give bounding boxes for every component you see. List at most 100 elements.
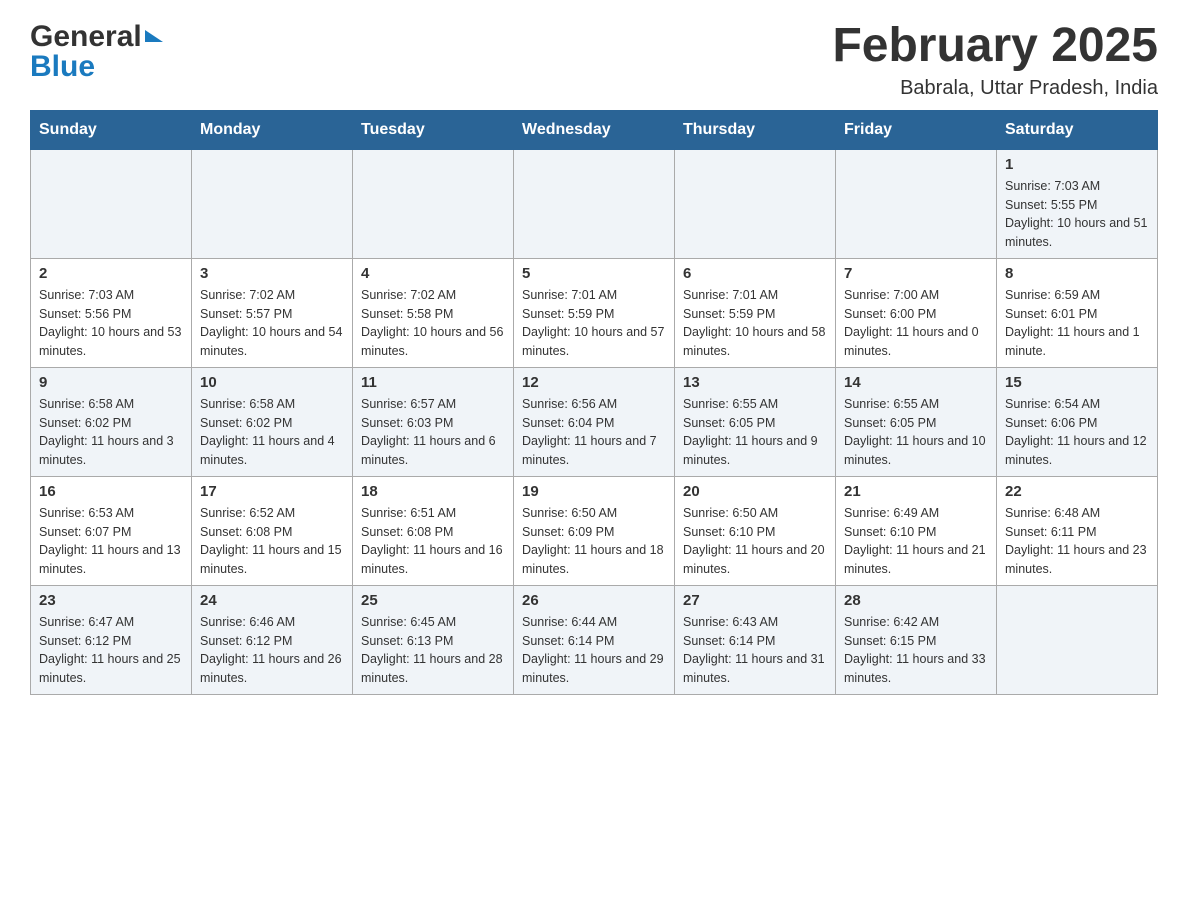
calendar-cell [997,585,1158,694]
day-info: Sunrise: 6:58 AMSunset: 6:02 PMDaylight:… [200,395,344,470]
day-number: 23 [39,592,183,609]
col-monday: Monday [192,110,353,149]
calendar-cell [836,149,997,258]
calendar-cell: 25Sunrise: 6:45 AMSunset: 6:13 PMDayligh… [353,585,514,694]
day-info: Sunrise: 6:56 AMSunset: 6:04 PMDaylight:… [522,395,666,470]
logo-general-text: General [30,20,142,54]
calendar-cell: 5 Sunrise: 7:01 AMSunset: 5:59 PMDaylight… [514,258,675,367]
calendar-week-row: 2 Sunrise: 7:03 AMSunset: 5:56 PMDaylight… [31,258,1158,367]
day-number: 14 [844,374,988,391]
calendar-cell: 21 Sunrise: 6:49 AMSunset: 6:10 PMDayligh… [836,476,997,585]
calendar-cell: 13Sunrise: 6:55 AMSunset: 6:05 PMDayligh… [675,367,836,476]
day-info: Sunrise: 6:50 AMSunset: 6:09 PMDaylight:… [522,504,666,579]
calendar-cell [192,149,353,258]
logo-triangle-icon [145,30,163,42]
calendar-header-row: Sunday Monday Tuesday Wednesday Thursday… [31,110,1158,149]
col-thursday: Thursday [675,110,836,149]
day-info: Sunrise: 7:00 AMSunset: 6:00 PMDaylight:… [844,286,988,361]
calendar-cell [353,149,514,258]
day-info: Sunrise: 6:48 AMSunset: 6:11 PMDaylight:… [1005,504,1149,579]
day-info: Sunrise: 7:02 AMSunset: 5:57 PMDaylight:… [200,286,344,361]
calendar-cell [675,149,836,258]
day-info: Sunrise: 7:03 AMSunset: 5:56 PMDaylight:… [39,286,183,361]
day-number: 2 [39,265,183,282]
day-info: Sunrise: 6:57 AMSunset: 6:03 PMDaylight:… [361,395,505,470]
day-info: Sunrise: 6:51 AMSunset: 6:08 PMDaylight:… [361,504,505,579]
day-info: Sunrise: 6:54 AMSunset: 6:06 PMDaylight:… [1005,395,1149,470]
day-number: 11 [361,374,505,391]
calendar-cell: 26 Sunrise: 6:44 AMSunset: 6:14 PMDayligh… [514,585,675,694]
col-wednesday: Wednesday [514,110,675,149]
day-info: Sunrise: 6:44 AMSunset: 6:14 PMDaylight:… [522,613,666,688]
calendar-cell: 18 Sunrise: 6:51 AMSunset: 6:08 PMDayligh… [353,476,514,585]
logo-line1: General [30,20,163,54]
calendar-cell: 23Sunrise: 6:47 AMSunset: 6:12 PMDayligh… [31,585,192,694]
day-info: Sunrise: 7:01 AMSunset: 5:59 PMDaylight:… [522,286,666,361]
title-area: February 2025 Babrala, Uttar Pradesh, In… [832,20,1158,100]
calendar-cell [514,149,675,258]
calendar-cell: 2 Sunrise: 7:03 AMSunset: 5:56 PMDaylight… [31,258,192,367]
day-info: Sunrise: 6:59 AMSunset: 6:01 PMDaylight:… [1005,286,1149,361]
day-number: 3 [200,265,344,282]
day-info: Sunrise: 6:53 AMSunset: 6:07 PMDaylight:… [39,504,183,579]
day-number: 7 [844,265,988,282]
day-info: Sunrise: 7:02 AMSunset: 5:58 PMDaylight:… [361,286,505,361]
day-number: 25 [361,592,505,609]
day-number: 9 [39,374,183,391]
calendar-cell: 15 Sunrise: 6:54 AMSunset: 6:06 PMDayligh… [997,367,1158,476]
location-title: Babrala, Uttar Pradesh, India [832,77,1158,100]
calendar-table: Sunday Monday Tuesday Wednesday Thursday… [30,110,1158,695]
calendar-cell [31,149,192,258]
day-number: 20 [683,483,827,500]
logo-blue-text: Blue [30,50,95,84]
calendar-week-row: 16 Sunrise: 6:53 AMSunset: 6:07 PMDayligh… [31,476,1158,585]
day-number: 5 [522,265,666,282]
calendar-cell: 12 Sunrise: 6:56 AMSunset: 6:04 PMDayligh… [514,367,675,476]
day-info: Sunrise: 6:46 AMSunset: 6:12 PMDaylight:… [200,613,344,688]
calendar-cell: 16 Sunrise: 6:53 AMSunset: 6:07 PMDayligh… [31,476,192,585]
calendar-week-row: 23Sunrise: 6:47 AMSunset: 6:12 PMDayligh… [31,585,1158,694]
col-friday: Friday [836,110,997,149]
day-number: 21 [844,483,988,500]
header-area: General Blue February 2025 Babrala, Utta… [30,20,1158,100]
calendar-cell: 7 Sunrise: 7:00 AMSunset: 6:00 PMDaylight… [836,258,997,367]
calendar-cell: 1 Sunrise: 7:03 AMSunset: 5:55 PMDaylight… [997,149,1158,258]
day-number: 6 [683,265,827,282]
calendar-cell: 9Sunrise: 6:58 AMSunset: 6:02 PMDaylight… [31,367,192,476]
day-info: Sunrise: 6:49 AMSunset: 6:10 PMDaylight:… [844,504,988,579]
day-number: 13 [683,374,827,391]
day-number: 18 [361,483,505,500]
calendar-week-row: 9 Sunrise: 6:58 AMSunset: 6:02 PMDaylight… [31,367,1158,476]
calendar-cell: 6 Sunrise: 7:01 AMSunset: 5:59 PMDaylight… [675,258,836,367]
day-number: 1 [1005,156,1149,173]
day-info: Sunrise: 7:03 AMSunset: 5:55 PMDaylight:… [1005,177,1149,252]
day-info: Sunrise: 7:01 AMSunset: 5:59 PMDaylight:… [683,286,827,361]
day-info: Sunrise: 6:52 AMSunset: 6:08 PMDaylight:… [200,504,344,579]
calendar-cell: 19 Sunrise: 6:50 AMSunset: 6:09 PMDayligh… [514,476,675,585]
day-number: 12 [522,374,666,391]
day-info: Sunrise: 6:50 AMSunset: 6:10 PMDaylight:… [683,504,827,579]
calendar-cell: 3 Sunrise: 7:02 AMSunset: 5:57 PMDaylight… [192,258,353,367]
day-number: 15 [1005,374,1149,391]
col-sunday: Sunday [31,110,192,149]
logo: General Blue [30,20,163,84]
day-number: 19 [522,483,666,500]
calendar-cell: 24Sunrise: 6:46 AMSunset: 6:12 PMDayligh… [192,585,353,694]
day-number: 10 [200,374,344,391]
calendar-cell: 8Sunrise: 6:59 AMSunset: 6:01 PMDaylight… [997,258,1158,367]
calendar-cell: 20 Sunrise: 6:50 AMSunset: 6:10 PMDayligh… [675,476,836,585]
calendar-cell: 4Sunrise: 7:02 AMSunset: 5:58 PMDaylight… [353,258,514,367]
day-info: Sunrise: 6:42 AMSunset: 6:15 PMDaylight:… [844,613,988,688]
calendar-week-row: 1 Sunrise: 7:03 AMSunset: 5:55 PMDaylight… [31,149,1158,258]
day-number: 26 [522,592,666,609]
col-saturday: Saturday [997,110,1158,149]
day-number: 16 [39,483,183,500]
day-info: Sunrise: 6:55 AMSunset: 6:05 PMDaylight:… [844,395,988,470]
calendar-cell: 22Sunrise: 6:48 AMSunset: 6:11 PMDayligh… [997,476,1158,585]
month-title: February 2025 [832,20,1158,73]
day-info: Sunrise: 6:43 AMSunset: 6:14 PMDaylight:… [683,613,827,688]
calendar-cell: 27Sunrise: 6:43 AMSunset: 6:14 PMDayligh… [675,585,836,694]
calendar-cell: 17Sunrise: 6:52 AMSunset: 6:08 PMDayligh… [192,476,353,585]
day-number: 28 [844,592,988,609]
calendar-cell: 10 Sunrise: 6:58 AMSunset: 6:02 PMDayligh… [192,367,353,476]
